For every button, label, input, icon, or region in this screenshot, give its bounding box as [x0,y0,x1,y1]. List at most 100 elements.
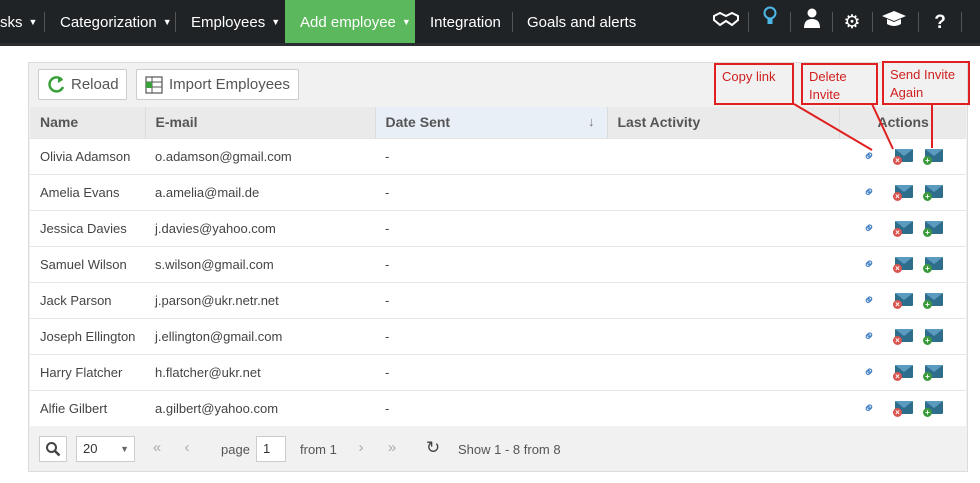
column-header-name[interactable]: Name [30,107,146,138]
nav-item-employees[interactable]: Employees ▼ [191,0,280,43]
search-button[interactable] [39,436,67,462]
delete-invite-icon[interactable]: × [893,183,915,201]
delete-invite-icon[interactable]: × [893,291,915,309]
send-invite-again-icon[interactable]: + [923,291,945,309]
page-size-select[interactable]: 20 ▼ [76,436,135,462]
copy-link-icon[interactable]: ⚭ [859,182,885,203]
delete-invite-icon[interactable]: × [893,363,915,381]
nav-divider [175,12,176,32]
help-icon[interactable]: ? [922,0,958,43]
cell-date-sent: - [375,245,607,282]
nav-divider [832,12,833,32]
nav-item-label: Employees [191,14,266,31]
send-invite-again-icon[interactable]: + [923,363,945,381]
chevron-down-icon: ▼ [271,17,281,27]
nav-item-tasks[interactable]: sks ▼ [0,0,37,43]
graduation-cap-icon[interactable] [876,0,912,43]
copy-link-icon[interactable]: ⚭ [859,290,885,311]
table-row: Amelia Evans a.amelia@mail.de - ⚭ × + [30,173,966,210]
delete-invite-icon[interactable]: × [893,255,915,273]
cell-email: j.davies@yahoo.com [145,209,375,246]
send-invite-again-icon[interactable]: + [923,147,945,165]
column-header-last-activity[interactable]: Last Activity [607,107,840,138]
nav-item-categorization[interactable]: Categorization ▼ [60,0,172,43]
copy-link-icon[interactable]: ⚭ [859,362,885,383]
cell-last-activity [607,209,839,246]
nav-item-integration[interactable]: Integration [430,0,501,43]
table-row: Harry Flatcher h.flatcher@ukr.net - ⚭ × + [30,353,966,390]
callout-label: Send Invite Again [890,67,956,100]
copy-link-icon[interactable]: ⚭ [859,146,885,167]
table-row: Joseph Ellington j.ellington@gmail.com -… [30,317,966,354]
handshake-icon[interactable] [708,0,744,43]
cell-email: j.ellington@gmail.com [145,317,375,354]
pagination-bar: 20 ▼ « ‹ page 1 from 1 › » ↻ Show 1 - 8 … [30,428,966,470]
chevron-down-icon: ▼ [401,17,411,27]
top-navbar: sks ▼ Categorization ▼ Employees ▼ Add empl… [0,0,980,46]
delete-invite-icon[interactable]: × [893,327,915,345]
copy-link-icon[interactable]: ⚭ [859,254,885,275]
next-page-button[interactable]: › [348,436,374,462]
sort-down-icon: ↓ [588,114,595,129]
copy-link-icon[interactable]: ⚭ [859,398,885,419]
nav-divider [512,12,513,32]
nav-divider [961,12,962,32]
nav-item-add-employee[interactable]: Add employee ▼ [285,0,415,43]
nav-item-goals-alerts[interactable]: Goals and alerts [527,0,636,43]
cell-last-activity [607,137,839,174]
refresh-icon [46,70,66,107]
page-number-value: 1 [263,441,271,456]
chevron-down-icon: ▼ [120,444,129,454]
table-header-row: Name E-mail Date Sent ↓ Last Activity Ac… [30,107,966,138]
page-summary: Show 1 - 8 from 8 [458,442,561,457]
cell-actions: ⚭ × + [839,317,966,354]
cell-date-sent: - [375,317,607,354]
nav-divider [748,12,749,32]
employees-table: Name E-mail Date Sent ↓ Last Activity Ac… [30,107,966,426]
cell-date-sent: - [375,281,607,318]
user-icon[interactable] [794,0,830,43]
reload-button[interactable]: Reload [38,69,127,100]
cell-actions: ⚭ × + [839,137,966,174]
callout-delete-invite: Delete Invite [801,63,878,105]
send-invite-again-icon[interactable]: + [923,183,945,201]
cell-last-activity [607,173,839,210]
delete-invite-icon[interactable]: × [893,399,915,418]
prev-page-button[interactable]: ‹ [174,436,200,462]
cell-date-sent: - [375,389,607,426]
cell-actions: ⚭ × + [839,281,966,318]
send-invite-again-icon[interactable]: + [923,255,945,273]
cell-name: Amelia Evans [30,173,145,210]
delete-invite-icon[interactable]: × [893,219,915,237]
gear-icon[interactable]: ⚙ [834,0,870,43]
nav-divider [918,12,919,32]
cell-date-sent: - [375,173,607,210]
nav-item-label: sks [0,14,23,31]
copy-link-icon[interactable]: ⚭ [859,326,885,347]
page-number-input[interactable]: 1 [256,436,286,462]
table-row: Jack Parson j.parson@ukr.netr.net - ⚭ × + [30,281,966,318]
send-invite-again-icon[interactable]: + [923,219,945,237]
nav-item-label: Integration [430,14,501,31]
send-invite-again-icon[interactable]: + [923,327,945,345]
column-header-email[interactable]: E-mail [145,107,376,138]
callout-copy-link: Copy link [714,63,794,105]
nav-divider [790,12,791,32]
chevron-down-icon: ▼ [28,17,38,27]
column-header-label: Date Sent [385,114,451,131]
delete-invite-icon[interactable]: × [893,147,915,165]
cell-name: Harry Flatcher [30,353,145,390]
import-employees-button[interactable]: Import Employees [136,69,299,100]
cell-name: Olivia Adamson [30,137,145,174]
table-row: Jessica Davies j.davies@yahoo.com - ⚭ × + [30,209,966,246]
first-page-button[interactable]: « [144,436,170,462]
cell-last-activity [607,245,839,282]
column-header-date-sent[interactable]: Date Sent ↓ [375,107,608,138]
lightbulb-icon[interactable] [752,0,788,43]
refresh-pager-button[interactable]: ↻ [420,436,446,462]
copy-link-icon[interactable]: ⚭ [859,218,885,239]
cell-actions: ⚭ × + [839,353,966,390]
send-invite-again-icon[interactable]: + [923,399,945,418]
chevron-down-icon: ▼ [162,17,172,27]
last-page-button[interactable]: » [379,436,405,462]
